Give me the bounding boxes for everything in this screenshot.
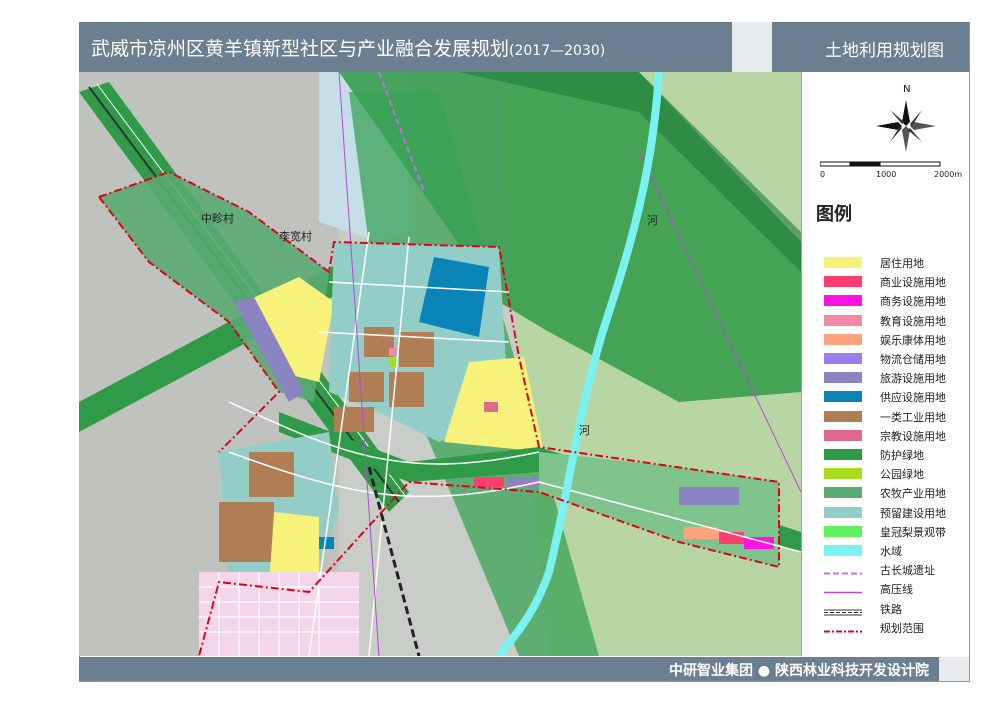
legend-label: 公园绿地 [880, 468, 924, 482]
legend-item: 防护绿地 [824, 448, 969, 462]
map-canvas [79, 72, 801, 656]
legend-swatch [824, 372, 862, 384]
legend-label: 古长城遗址 [880, 564, 935, 578]
legend-label: 一类工业用地 [880, 410, 946, 424]
title-bar: 武威市凉州区黄羊镇新型社区与产业融合发展规划(2017—2030) 土地利用规划… [79, 22, 969, 72]
village-label-zhongling: 中畛村 [201, 212, 234, 225]
legend-swatch [824, 314, 862, 326]
land-use-map[interactable]: 中畛村 李宽村 河 河 [79, 72, 801, 656]
legend-item: 预留建设用地 [824, 506, 969, 520]
industrial-sw1 [219, 502, 274, 562]
legend-label: 预留建设用地 [880, 506, 946, 520]
legend-swatch [824, 429, 862, 441]
park-small [389, 357, 397, 367]
scale-tick-1000: 1000 [876, 170, 897, 179]
scale-tick-0: 0 [820, 170, 826, 179]
legend-label: 居住用地 [880, 257, 924, 270]
legend-label: 水域 [880, 545, 902, 558]
title-years: (2017—2030) [509, 43, 606, 59]
legend-item: 高压线 [824, 582, 969, 596]
legend-swatch [824, 564, 862, 575]
legend-item: 供应设施用地 [824, 390, 969, 404]
legend-item: 皇冠梨景观带 [824, 525, 969, 539]
legend-label: 防护绿地 [880, 449, 924, 462]
legend-swatch [824, 257, 862, 268]
compass-icon [876, 100, 936, 152]
title-text: 武威市凉州区黄羊镇新型社区与产业融合发展规划 [91, 38, 510, 60]
legend-swatch [824, 468, 862, 480]
legend-item: 水域 [824, 544, 969, 558]
legend-label: 规划范围 [880, 621, 924, 635]
commercial-2 [474, 477, 504, 487]
river-label-1: 河 [647, 214, 658, 227]
legend-item: 公园绿地 [824, 467, 969, 481]
legend-label: 商业设施用地 [880, 276, 946, 290]
legend-item: 旅游设施用地 [824, 371, 969, 385]
legend-swatch [824, 295, 862, 307]
legend-label: 供应设施用地 [880, 391, 946, 405]
legend-swatch [824, 506, 862, 518]
legend-swatch [824, 391, 862, 403]
legend-item: 商业设施用地 [824, 275, 969, 289]
legend-label: 皇冠梨景观带 [880, 525, 946, 539]
legend-label: 教育设施用地 [880, 314, 946, 328]
title-spacer [732, 22, 772, 72]
legend-swatch [824, 622, 862, 633]
scale-bar-icon [820, 161, 941, 167]
legend-item: 一类工业用地 [824, 410, 969, 424]
legend-label: 旅游设施用地 [880, 372, 946, 386]
legend-item: 农牧产业用地 [824, 486, 969, 500]
legend-item: 商务设施用地 [824, 294, 969, 308]
legend-item: 物流仓储用地 [824, 352, 969, 366]
legend-swatch [824, 545, 862, 556]
legend-swatch [824, 525, 862, 537]
legend-swatch [824, 603, 862, 616]
legend-swatch [824, 583, 862, 594]
industrial-c5 [334, 407, 374, 432]
legend-item: 教育设施用地 [824, 314, 969, 328]
utility-sw [319, 537, 334, 549]
legend-label: 物流仓储用地 [880, 353, 946, 366]
legend-swatch [824, 487, 862, 499]
river-label-2: 河 [579, 424, 590, 437]
religious-block [484, 402, 498, 412]
legend-swatch [824, 410, 862, 422]
legend-item: 娱乐康体用地 [824, 333, 969, 347]
legend-panel: N 0 1000 2000m 图例 居住用地商业设施用地 商务设施用地 教育设施用地… [801, 72, 969, 656]
scale-tick-2000: 2000m [934, 170, 963, 179]
legend-label: 高压线 [880, 583, 913, 597]
map-title: 武威市凉州区黄羊镇新型社区与产业融合发展规划(2017—2030) [91, 34, 605, 61]
map-subtitle: 土地利用规划图 [825, 41, 944, 61]
legend-item: 古长城遗址 [824, 563, 969, 577]
village-label-likuan: 李宽村 [279, 230, 312, 243]
legend-swatch [824, 333, 862, 345]
legend-swatch [824, 449, 862, 460]
legend-label: 宗教设施用地 [880, 429, 946, 443]
legend-label: 商务设施用地 [880, 295, 946, 309]
tourism-east [679, 487, 739, 505]
education-small [389, 348, 397, 356]
legend-swatch [824, 353, 862, 364]
industrial-c3 [349, 372, 384, 402]
legend-label: 铁路 [880, 602, 902, 616]
industrial-sw2 [249, 452, 294, 497]
legend-label: 农牧产业用地 [880, 487, 946, 501]
footer-spacer [939, 657, 969, 681]
footer-bar: 中研智业集团 ● 陕西林业科技开发设计院 [79, 657, 969, 681]
legend-label: 娱乐康体用地 [880, 333, 946, 347]
footer-organizations: 中研智业集团 ● 陕西林业科技开发设计院 [669, 663, 929, 679]
legend-swatch [824, 276, 862, 288]
legend-title: 图例 [816, 204, 852, 225]
north-label: N [903, 84, 911, 95]
legend-item: 规划范围 [824, 621, 969, 635]
legend-item: 居住用地 [824, 256, 969, 270]
legend-item: 铁路 [824, 602, 969, 616]
legend-item: 宗教设施用地 [824, 429, 969, 443]
